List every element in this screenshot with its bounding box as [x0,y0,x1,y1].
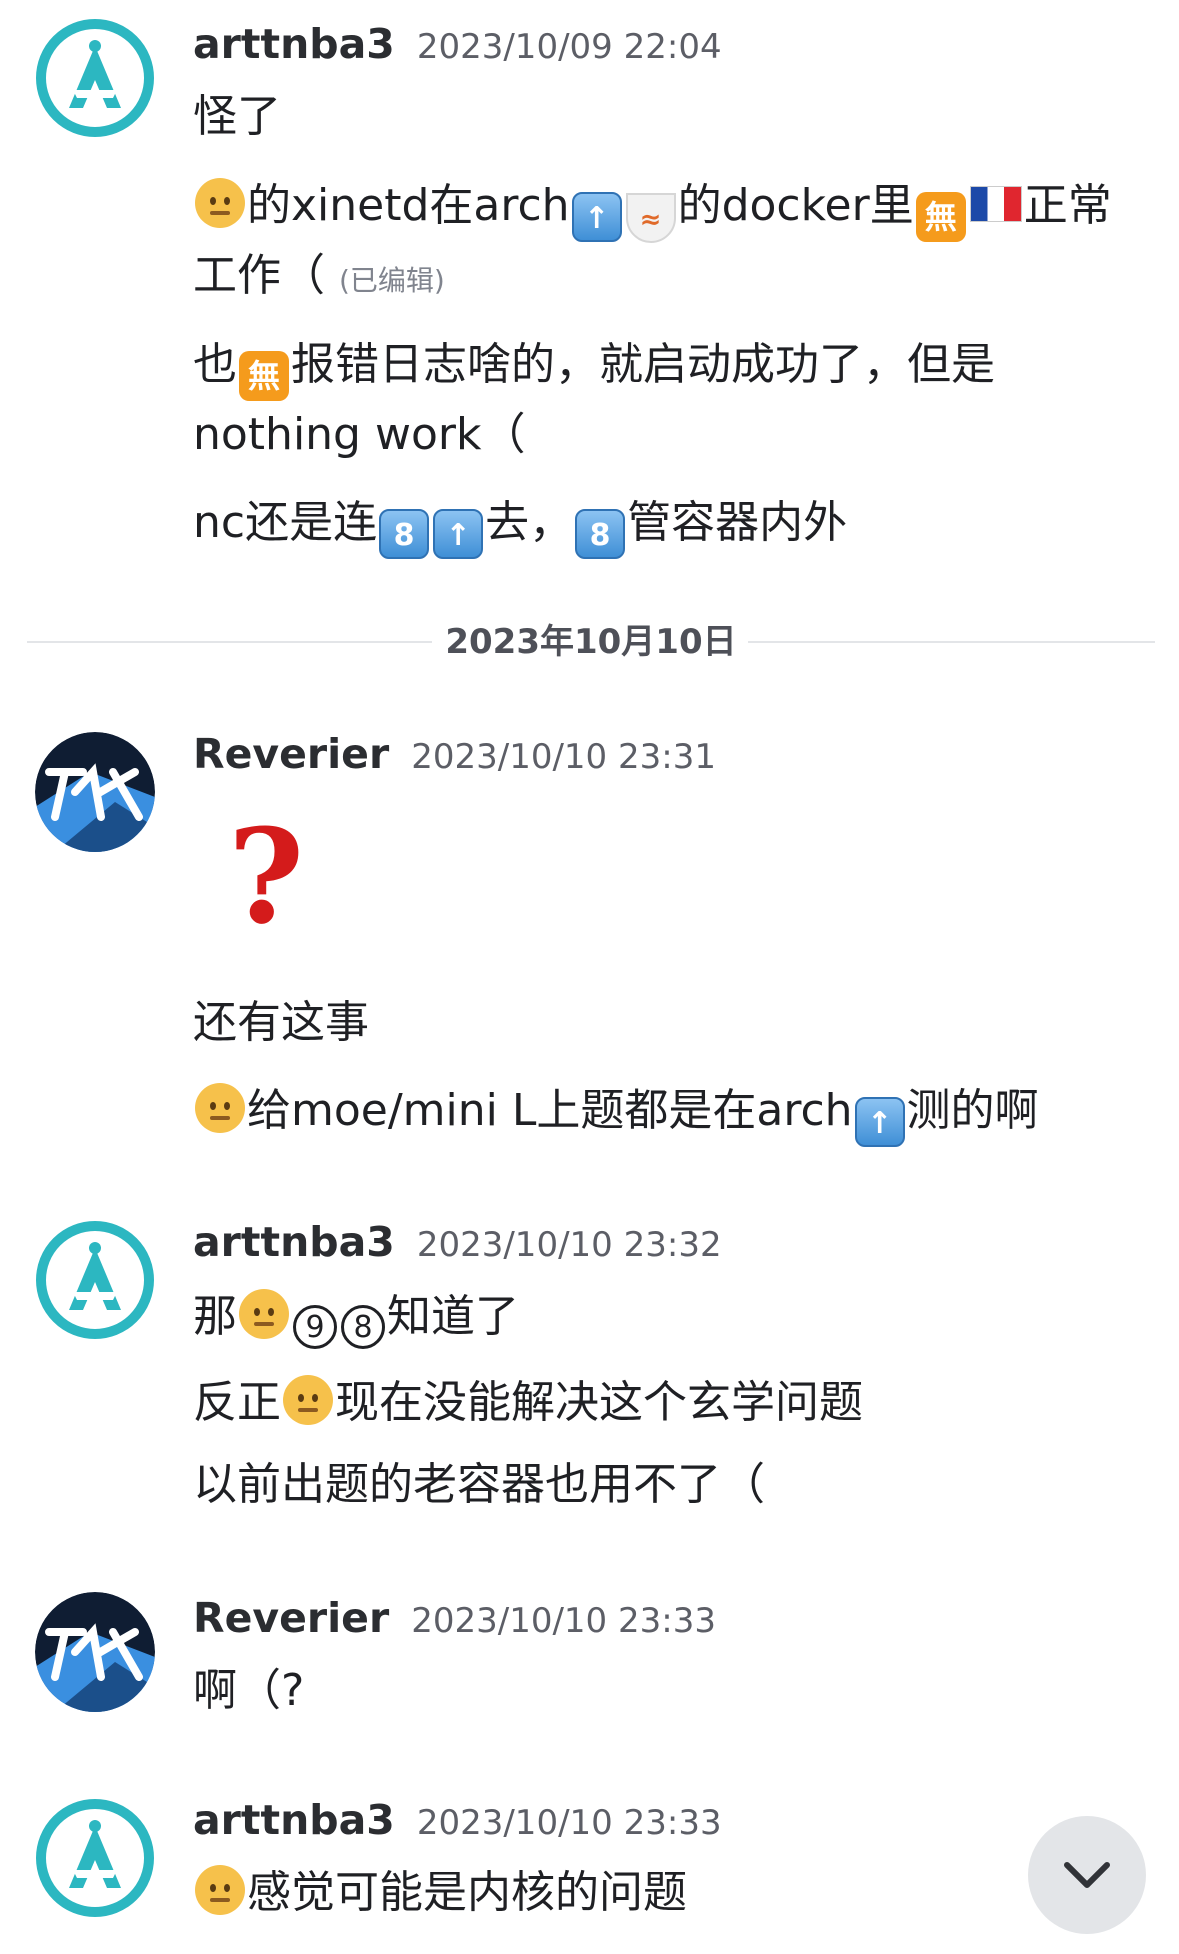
france-flag-icon [969,186,1022,222]
timestamp: 2023/10/10 23:31 [411,737,716,777]
message-header: Reverier 2023/10/10 23:33 [193,1594,716,1642]
timestamp: 2023/10/09 22:04 [416,27,722,67]
chevron-down-icon [1064,1862,1110,1888]
message-text: 啊（? [193,1665,305,1716]
avatar[interactable] [35,1798,155,1918]
message-text: nc还是连 8 ↑ 去， 8 管容器内外 [193,488,1153,559]
message-text: 给moe/mini L上题都是在arch ↑ 测的啊 [193,1076,1153,1147]
message-header: Reverier 2023/10/10 23:31 [193,730,716,778]
up-arrow-keycap-icon: ↑ [433,509,484,559]
author-name[interactable]: Reverier [193,1594,389,1642]
message-text: 怪了 [193,91,281,142]
wu-button-icon: 無 [239,351,289,401]
message-text: 还有这事 [193,997,369,1048]
slightly-frowning-face-icon [195,1865,245,1915]
author-name[interactable]: arttnba3 [193,20,395,68]
avatar-reverier-icon [35,732,155,852]
timestamp: 2023/10/10 23:33 [416,1803,722,1843]
avatar-arttnba3-icon [36,1799,154,1917]
avatar-arttnba3-icon [36,1221,154,1339]
slightly-frowning-face-icon [239,1289,289,1339]
message-header: arttnba3 2023/10/10 23:32 [193,1218,722,1266]
up-arrow-keycap-icon: ↑ [571,192,622,242]
message-text: 以前出题的老容器也用不了（ [193,1459,765,1510]
message-header: arttnba3 2023/10/10 23:33 [193,1796,722,1844]
message-text: 感觉可能是内核的问题 [193,1858,1153,1928]
keycap-8-icon: 8 [379,509,430,559]
avatar-arttnba3-icon [36,19,154,137]
edited-label: (已编辑) [339,264,445,297]
message-header: arttnba3 2023/10/09 22:04 [193,20,722,68]
wu-button-icon: 無 [915,192,966,242]
message-text: 那 9 8 知道了 [193,1282,1153,1352]
message-text: 的xinetd在arch ↑ ≈ 的docker里無正常 [193,171,1153,243]
up-arrow-keycap-icon: ↑ [854,1097,905,1147]
date-divider: 2023年10月10日 [27,622,1155,662]
timestamp: 2023/10/10 23:33 [411,1601,716,1641]
ramen-bowl-icon: ≈ [625,193,676,243]
message-text: 反正 现在没能解决这个玄学问题 [193,1375,863,1428]
slightly-frowning-face-icon [283,1375,333,1425]
message-text: nothing work（ [193,409,526,460]
avatar[interactable] [35,1592,155,1712]
slightly-frowning-face-icon [195,178,245,228]
timestamp: 2023/10/10 23:32 [416,1225,722,1265]
message-text: 工作（ (已编辑) [193,250,445,301]
avatar[interactable] [35,18,155,138]
scroll-to-bottom-button[interactable] [1028,1816,1146,1934]
date-divider-label: 2023年10月10日 [445,622,737,662]
author-name[interactable]: Reverier [193,730,389,778]
red-question-mark-icon: ? [228,800,305,953]
avatar-reverier-icon [35,1592,155,1712]
author-name[interactable]: arttnba3 [193,1796,395,1844]
slightly-frowning-face-icon [195,1083,245,1133]
keycap-8-icon: 8 [575,509,626,559]
circled-9-icon: 9 [293,1305,337,1349]
message-text: 也無报错日志啥的，就启动成功了，但是 [193,330,1153,401]
avatar[interactable] [35,732,155,852]
circled-8-icon: 8 [341,1305,385,1349]
author-name[interactable]: arttnba3 [193,1218,395,1266]
avatar[interactable] [35,1220,155,1340]
